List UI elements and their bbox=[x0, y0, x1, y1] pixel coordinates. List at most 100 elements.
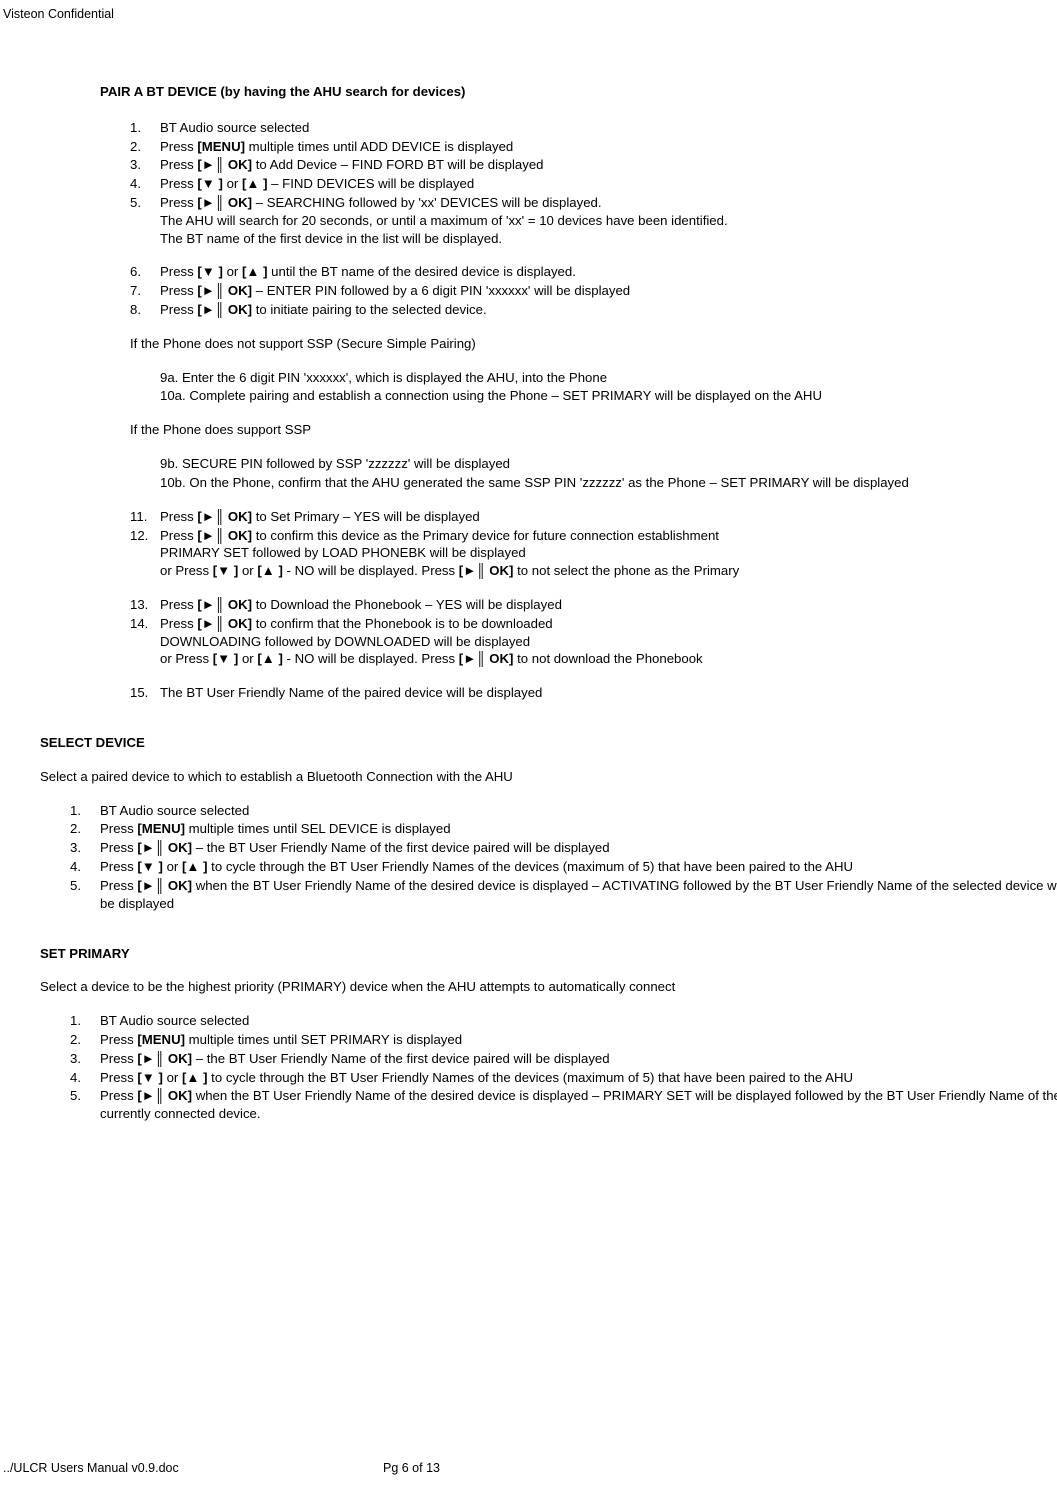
step-num: 1. bbox=[70, 1012, 100, 1030]
step-num: 6. bbox=[130, 263, 160, 281]
primary-lead: Select a device to be the highest priori… bbox=[40, 978, 1057, 996]
play-icon: ► bbox=[142, 1051, 155, 1066]
step-sub: PRIMARY SET followed by LOAD PHONEBK wil… bbox=[160, 545, 526, 560]
pause-icon: ║ bbox=[215, 597, 224, 612]
t: Press bbox=[100, 859, 137, 874]
br: ] bbox=[275, 651, 283, 666]
key-ok: [►║ OK] bbox=[197, 509, 252, 524]
br: ] bbox=[155, 1070, 163, 1085]
step-5: 5. Press [►║ OK] – SEARCHING followed by… bbox=[130, 194, 1057, 247]
step-4: 4. Press [▼ ] or [▲ ] to cycle through t… bbox=[70, 858, 1057, 876]
step-num: 15. bbox=[130, 684, 160, 702]
key-down: [▼ ] bbox=[197, 176, 223, 191]
br: ] bbox=[215, 176, 223, 191]
pause-icon: ║ bbox=[215, 616, 224, 631]
t: or bbox=[163, 859, 182, 874]
t: Press bbox=[160, 616, 197, 631]
br: OK] bbox=[224, 157, 252, 172]
t: when the BT User Friendly Name of the de… bbox=[100, 878, 1057, 911]
steps-pair-d: 13. Press [►║ OK] to Download the Phoneb… bbox=[130, 596, 1057, 668]
t: or bbox=[223, 264, 242, 279]
t: to cycle through the BT User Friendly Na… bbox=[208, 859, 854, 874]
step-4: 4. Press [▼ ] or [▲ ] – FIND DEVICES wil… bbox=[130, 175, 1057, 193]
br: OK] bbox=[164, 878, 192, 893]
t: Press bbox=[100, 1088, 137, 1103]
play-icon: ► bbox=[142, 878, 155, 893]
step-text: The BT User Friendly Name of the paired … bbox=[160, 684, 1057, 702]
br: ] bbox=[199, 1070, 207, 1085]
pause-icon: ║ bbox=[155, 840, 164, 855]
step-num: 12. bbox=[130, 527, 160, 580]
play-icon: ► bbox=[202, 597, 215, 612]
step-num: 5. bbox=[70, 1087, 100, 1123]
step-5: 5. Press [►║ OK] when the BT User Friend… bbox=[70, 1087, 1057, 1123]
up-icon: ▲ bbox=[262, 651, 275, 666]
down-icon: ▼ bbox=[202, 264, 215, 279]
step-sub: The AHU will search for 20 seconds, or u… bbox=[160, 213, 728, 228]
br: OK] bbox=[164, 840, 192, 855]
step-1: 1. BT Audio source selected bbox=[70, 1012, 1057, 1030]
key-down: [▼ ] bbox=[213, 563, 239, 578]
br: ] bbox=[259, 176, 267, 191]
t: or bbox=[223, 176, 242, 191]
br: ] bbox=[275, 563, 283, 578]
header-confidential: Visteon Confidential bbox=[0, 0, 1057, 23]
down-icon: ▼ bbox=[202, 176, 215, 191]
step-text: Press [MENU] multiple times until ADD DE… bbox=[160, 138, 1057, 156]
step-text: Press [MENU] multiple times until SEL DE… bbox=[100, 820, 1057, 838]
step-num: 4. bbox=[70, 858, 100, 876]
steps-select: 1. BT Audio source selected 2. Press [ME… bbox=[70, 802, 1057, 913]
key-up: [▲ ] bbox=[182, 859, 208, 874]
t: or bbox=[163, 1070, 182, 1085]
t: to not select the phone as the Primary bbox=[513, 563, 739, 578]
step-text: BT Audio source selected bbox=[160, 119, 1057, 137]
step-num: 8. bbox=[130, 301, 160, 319]
key-up: [▲ ] bbox=[182, 1070, 208, 1085]
t: Press bbox=[160, 176, 197, 191]
t: when the BT User Friendly Name of the de… bbox=[100, 1088, 1057, 1121]
steps-pair-b: 6. Press [▼ ] or [▲ ] until the BT name … bbox=[130, 263, 1057, 318]
key-menu: [MENU] bbox=[137, 821, 185, 836]
t: multiple times until ADD DEVICE is displ… bbox=[245, 139, 513, 154]
section-title-select: SELECT DEVICE bbox=[40, 734, 1057, 752]
play-icon: ► bbox=[202, 302, 215, 317]
step-13: 13. Press [►║ OK] to Download the Phoneb… bbox=[130, 596, 1057, 614]
step-text: Press [►║ OK] to confirm that the Phoneb… bbox=[160, 615, 1057, 668]
t: – the BT User Friendly Name of the first… bbox=[192, 840, 610, 855]
step-num: 1. bbox=[130, 119, 160, 137]
key-down: [▼ ] bbox=[213, 651, 239, 666]
down-icon: ▼ bbox=[217, 651, 230, 666]
step-7: 7. Press [►║ OK] – ENTER PIN followed by… bbox=[130, 282, 1057, 300]
pause-icon: ║ bbox=[155, 1088, 164, 1103]
footer: ../ULCR Users Manual v0.9.doc Pg 6 of 13 bbox=[0, 1460, 1057, 1477]
step-num: 4. bbox=[130, 175, 160, 193]
play-icon: ► bbox=[202, 195, 215, 210]
br: OK] bbox=[224, 509, 252, 524]
section-title-pair: PAIR A BT DEVICE (by having the AHU sear… bbox=[100, 83, 1057, 101]
step-num: 11. bbox=[130, 508, 160, 526]
br: OK] bbox=[486, 563, 514, 578]
no-ssp-b: 10a. Complete pairing and establish a co… bbox=[160, 387, 1057, 405]
key-ok: [►║ OK] bbox=[197, 157, 252, 172]
t: or Press bbox=[160, 563, 213, 578]
step-num: 3. bbox=[70, 1050, 100, 1068]
play-icon: ► bbox=[463, 651, 476, 666]
br: OK] bbox=[224, 528, 252, 543]
up-icon: ▲ bbox=[246, 176, 259, 191]
t: Press bbox=[100, 1051, 137, 1066]
play-icon: ► bbox=[202, 616, 215, 631]
key-ok: [►║ OK] bbox=[197, 616, 252, 631]
steps-primary: 1. BT Audio source selected 2. Press [ME… bbox=[70, 1012, 1057, 1123]
t: Press bbox=[100, 878, 137, 893]
step-num: 5. bbox=[130, 194, 160, 247]
step-text: Press [►║ OK] to initiate pairing to the… bbox=[160, 301, 1057, 319]
step-text: Press [MENU] multiple times until SET PR… bbox=[100, 1031, 1057, 1049]
key-up: [▲ ] bbox=[242, 264, 268, 279]
up-icon: ▲ bbox=[246, 264, 259, 279]
no-ssp-lead: If the Phone does not support SSP (Secur… bbox=[130, 335, 1057, 353]
step-text: BT Audio source selected bbox=[100, 802, 1057, 820]
key-ok: [►║ OK] bbox=[197, 283, 252, 298]
t: – SEARCHING followed by 'xx' DEVICES wil… bbox=[252, 195, 602, 210]
pause-icon: ║ bbox=[476, 563, 485, 578]
step-4: 4. Press [▼ ] or [▲ ] to cycle through t… bbox=[70, 1069, 1057, 1087]
